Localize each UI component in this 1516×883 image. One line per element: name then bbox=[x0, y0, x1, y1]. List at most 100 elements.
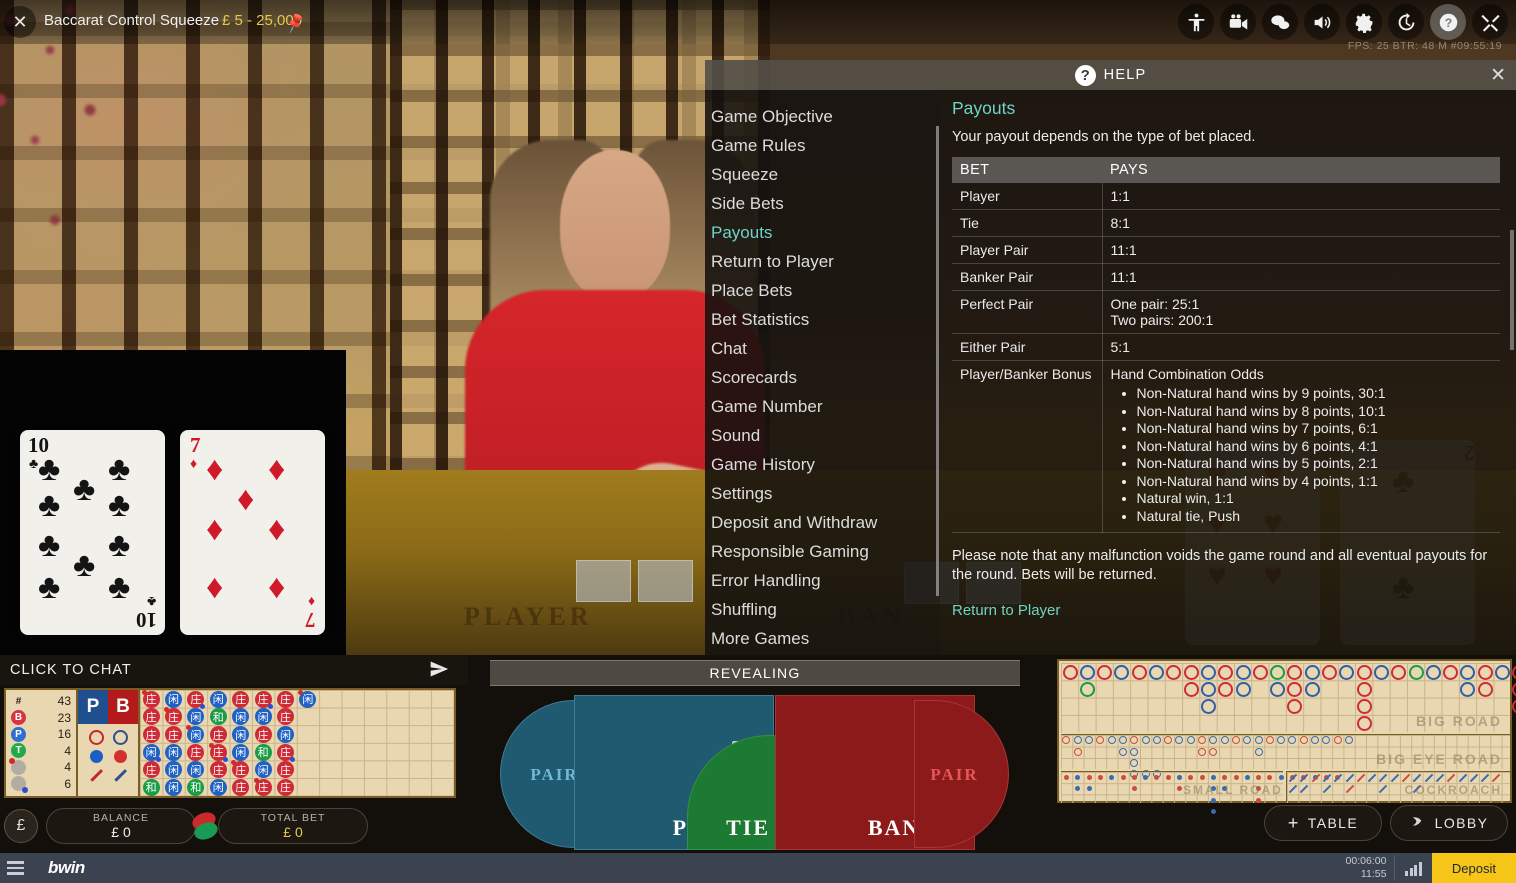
small-road-label: SMALL ROAD bbox=[1183, 783, 1283, 797]
big-road-cell-b bbox=[1183, 664, 1199, 680]
bead-b: 庄 bbox=[209, 761, 227, 779]
help-nav-item-place-bets[interactable]: Place Bets bbox=[705, 276, 940, 305]
big-eye-dot-b bbox=[1130, 747, 1139, 756]
small-road-dot-r bbox=[1131, 786, 1137, 792]
big-road-cell-b bbox=[1477, 664, 1493, 680]
help-nav-item-game-rules[interactable]: Game Rules bbox=[705, 131, 940, 160]
help-nav-item-more-games[interactable]: More Games bbox=[705, 624, 940, 653]
bead-b: 庄 bbox=[277, 761, 294, 779]
help-nav-item-deposit-and-withdraw[interactable]: Deposit and Withdraw bbox=[705, 508, 940, 537]
video-camera-icon[interactable] bbox=[1220, 4, 1256, 40]
deposit-button[interactable]: Deposit bbox=[1431, 853, 1516, 883]
stat-value-tie: 4 bbox=[64, 743, 71, 758]
help-nav-item-bet-statistics[interactable]: Bet Statistics bbox=[705, 305, 940, 334]
big-eye-dot-b bbox=[1175, 736, 1184, 745]
payout-pays-player-pair: 11:1 bbox=[1102, 236, 1500, 264]
payouts-header-pays: PAYS bbox=[1102, 157, 1500, 183]
hand-combination-odds-title: Hand Combination Odds bbox=[1110, 366, 1264, 382]
small-road-dot-r bbox=[1256, 775, 1262, 780]
help-nav-item-squeeze[interactable]: Squeeze bbox=[705, 160, 940, 189]
small-road-dot-r bbox=[1064, 775, 1069, 780]
big-road-cell-b bbox=[1131, 664, 1147, 680]
help-nav-item-shuffling[interactable]: Shuffling bbox=[705, 595, 940, 624]
help-nav-scrollbar[interactable] bbox=[936, 126, 939, 596]
bead-b: 庄 bbox=[164, 707, 182, 726]
big-road-cell-b bbox=[1356, 716, 1372, 732]
chat-icon[interactable] bbox=[1262, 4, 1298, 40]
small-road-dot-r bbox=[1177, 786, 1182, 792]
close-icon[interactable]: ✕ bbox=[4, 6, 36, 38]
help-nav-item-chat[interactable]: Chat bbox=[705, 334, 940, 363]
legend-red-ring-icon bbox=[88, 730, 104, 745]
hamburger-icon[interactable] bbox=[7, 861, 24, 875]
big-road-cell-t bbox=[1079, 681, 1095, 697]
return-to-player-link[interactable]: Return to Player bbox=[952, 602, 1060, 619]
help-icon[interactable]: ? bbox=[1430, 4, 1466, 40]
lobby-button-label: LOBBY bbox=[1434, 815, 1489, 831]
big-eye-dot-b bbox=[1311, 736, 1319, 745]
legend-blue-dot-icon bbox=[89, 750, 103, 763]
big-eye-dot-r bbox=[1130, 736, 1139, 745]
small-road-dot-r bbox=[1165, 775, 1171, 780]
help-nav-item-game-objective[interactable]: Game Objective bbox=[705, 102, 940, 131]
big-eye-dot-b bbox=[1243, 736, 1252, 745]
sound-icon[interactable] bbox=[1304, 4, 1340, 40]
help-nav-item-error-handling[interactable]: Error Handling bbox=[705, 566, 940, 595]
big-road-cell-b bbox=[1062, 664, 1078, 680]
big-eye-dot-b bbox=[1118, 736, 1127, 745]
bead-plate-grid[interactable]: 庄庄庄闲庄和闲庄庄闲闲闲庄闲闲庄闲和闲和庄庄庄闲庄闲闲闲庄庄庄闲庄和闲庄庄庄闲庄… bbox=[140, 689, 454, 796]
payout-bet-either-pair: Either Pair bbox=[952, 333, 1103, 361]
help-panel: ? HELP ✕ Game Objective Game Rules Squee… bbox=[705, 60, 1516, 655]
bead-b: 庄 bbox=[277, 690, 294, 708]
accessibility-icon[interactable] bbox=[1178, 4, 1214, 40]
big-eye-dot-b bbox=[1141, 736, 1150, 745]
small-road-dot-b bbox=[1278, 775, 1284, 780]
big-eye-road-label: BIG EYE ROAD bbox=[1376, 751, 1502, 767]
cockroach-slash-b bbox=[1345, 773, 1354, 783]
help-nav-item-side-bets[interactable]: Side Bets bbox=[705, 189, 940, 218]
small-road-dot-r bbox=[1154, 775, 1160, 780]
help-nav-item-responsible-gaming[interactable]: Responsible Gaming bbox=[705, 537, 940, 566]
clock: 11:55 bbox=[1360, 868, 1387, 880]
stat-value-banker-pair: 6 bbox=[64, 776, 71, 791]
help-nav-item-payouts[interactable]: Payouts bbox=[705, 218, 940, 247]
bead-b: 庄 bbox=[277, 708, 294, 726]
fullscreen-icon[interactable] bbox=[1472, 4, 1508, 40]
big-road-cell-b bbox=[1512, 681, 1516, 697]
payout-bet-player-banker-bonus: Player/Banker Bonus bbox=[952, 360, 1103, 533]
bead-road-scorecard[interactable]: # 43 B 23 P 16 T 4 4 6 P B 庄 庄 庄 闲 庄 和 闲… bbox=[4, 688, 456, 798]
chat-bar[interactable]: CLICK TO CHAT bbox=[0, 655, 468, 685]
help-content-scrollbar[interactable] bbox=[1510, 230, 1514, 350]
bead-p: 闲 bbox=[165, 690, 182, 708]
help-nav-item-return-to-player[interactable]: Return to Player bbox=[705, 247, 940, 276]
session-timer: 00:06:00 bbox=[1345, 854, 1387, 867]
legend-pb-row: P B bbox=[78, 690, 138, 724]
big-road-cell-b bbox=[1322, 664, 1337, 680]
bead-b: 庄 bbox=[142, 761, 160, 779]
big-eye-dot-r bbox=[1164, 736, 1173, 745]
help-panel-header: ? HELP ✕ bbox=[705, 60, 1516, 90]
bet-spot-banker-pair[interactable]: PAIR bbox=[914, 700, 1009, 848]
send-icon[interactable] bbox=[428, 659, 450, 684]
cockroach-slash-b bbox=[1367, 773, 1377, 783]
bead-b: 庄 bbox=[277, 743, 295, 762]
big-eye-dot-r bbox=[1062, 736, 1071, 745]
lobby-button[interactable]: LOBBY bbox=[1390, 805, 1508, 841]
add-table-button[interactable]: + TABLE bbox=[1264, 805, 1382, 841]
help-nav-item-game-number[interactable]: Game Number bbox=[705, 392, 940, 421]
roadmaps-panel[interactable]: BIG ROAD BIG EYE ROAD SMALL ROAD COCKROA… bbox=[1057, 659, 1516, 814]
help-nav-item-sound[interactable]: Sound bbox=[705, 421, 940, 450]
help-nav-item-scorecards[interactable]: Scorecards bbox=[705, 363, 940, 392]
banker-pair-badge-icon bbox=[11, 776, 28, 794]
bwin-brand-logo[interactable]: bwin bbox=[48, 858, 85, 878]
help-nav-item-game-history[interactable]: Game History bbox=[705, 450, 940, 479]
help-nav-item-settings[interactable]: Settings bbox=[705, 479, 940, 508]
taskbar: bwin 00:06:00 11:55 Deposit bbox=[0, 853, 1516, 883]
settings-gear-icon[interactable] bbox=[1346, 4, 1382, 40]
tie-badge-icon: T bbox=[11, 743, 26, 759]
cockroach-slash-r bbox=[1401, 773, 1411, 783]
lobby-icon bbox=[1410, 813, 1427, 833]
help-close-icon[interactable]: ✕ bbox=[1490, 64, 1506, 87]
currency-icon[interactable]: £ bbox=[4, 809, 38, 843]
history-icon[interactable] bbox=[1388, 4, 1424, 40]
